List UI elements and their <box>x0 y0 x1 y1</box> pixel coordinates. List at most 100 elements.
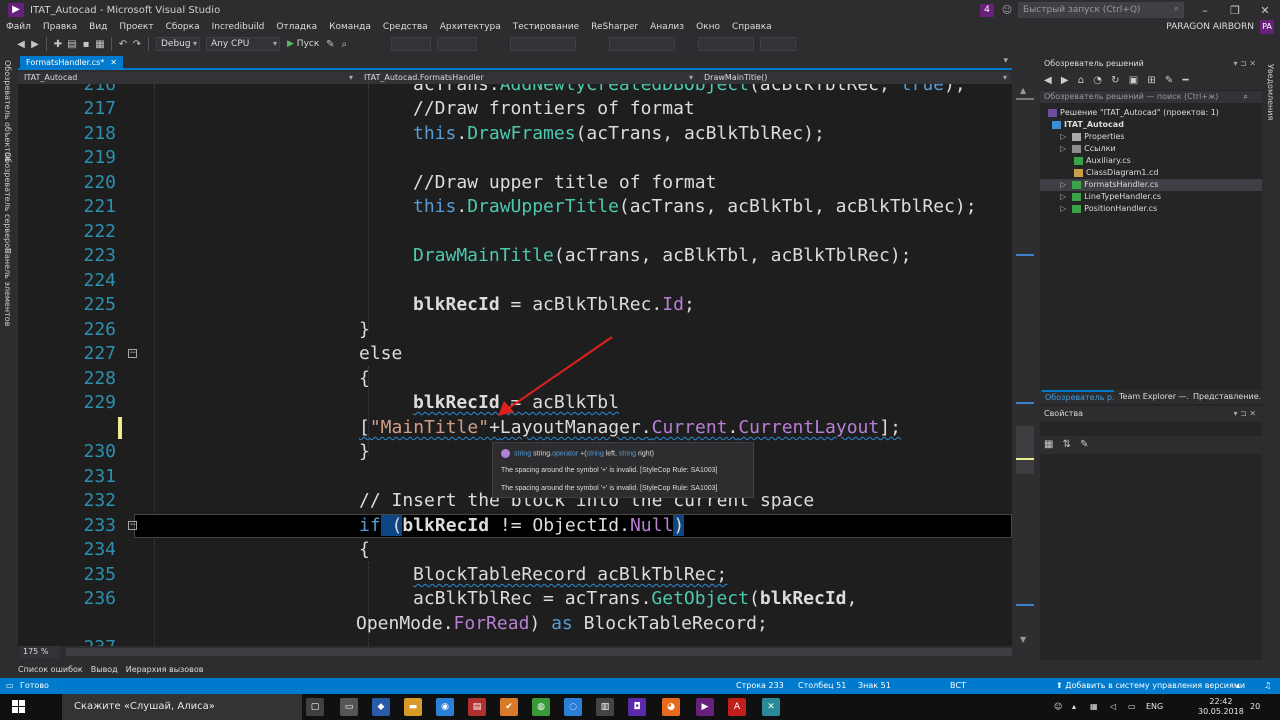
firefox-icon[interactable]: ◕ <box>662 698 680 716</box>
app-icon[interactable]: ▭ <box>340 698 358 716</box>
toolbar-dropdown[interactable] <box>760 37 797 51</box>
menu-help[interactable]: Справка <box>726 22 778 32</box>
menu-edit[interactable]: Правка <box>37 22 83 32</box>
zoom-dropdown[interactable]: 175 % <box>20 646 60 658</box>
app-icon[interactable]: ◉ <box>436 698 454 716</box>
scroll-up-icon[interactable]: ▲ <box>1020 86 1026 95</box>
file-explorer-icon[interactable]: ▬ <box>404 698 422 716</box>
app-icon[interactable]: ◆ <box>372 698 390 716</box>
horizontal-scrollbar[interactable] <box>66 648 1012 656</box>
close-tab-icon[interactable]: ✕ <box>110 58 117 67</box>
taskbar-clock[interactable]: 22:42 30.05.2018 <box>1198 697 1244 717</box>
undo-icon[interactable]: ↶ <box>116 39 130 50</box>
toolbar-dropdown[interactable] <box>391 37 432 51</box>
tree-item[interactable]: ▷ PositionHandler.cs <box>1060 203 1157 215</box>
windows-start-icon[interactable] <box>12 700 26 714</box>
tab-solution-explorer[interactable]: Обозреватель р... <box>1042 390 1114 404</box>
new-project-icon[interactable]: ✚ <box>51 39 65 50</box>
menu-debug[interactable]: Отладка <box>270 22 323 32</box>
app-icon[interactable]: ▥ <box>596 698 614 716</box>
tree-item[interactable]: ▷ LineTypeHandler.cs <box>1060 191 1161 203</box>
solution-search-input[interactable]: Обозреватель решений — поиск (Ctrl+ж) ⌕ <box>1040 91 1262 103</box>
solution-explorer-toolbar[interactable]: ◀ ▶ ⌂ ◔ ↻ ▣ ⊞ ✎ ━ <box>1040 72 1262 90</box>
menu-tools[interactable]: Средства <box>377 22 434 32</box>
member-dropdown[interactable]: DrawMainTitle() <box>698 72 1012 84</box>
maximize-button[interactable]: ❐ <box>1220 4 1250 17</box>
source-control-arrow-icon[interactable]: ▴ <box>1236 678 1240 694</box>
tray-language[interactable]: ENG <box>1146 694 1163 720</box>
minimize-button[interactable]: – <box>1190 4 1220 17</box>
avatar[interactable]: PA <box>1260 20 1274 34</box>
open-file-icon[interactable]: ▤ <box>65 39 79 50</box>
platform-dropdown[interactable]: Any CPU <box>206 37 280 51</box>
menu-analyze[interactable]: Анализ <box>644 22 690 32</box>
tree-item[interactable]: ▷ Properties <box>1060 131 1125 143</box>
tab-list-dropdown-icon[interactable]: ▾ <box>1003 56 1008 66</box>
panel-controls-icon[interactable]: ▾ ⊐ ✕ <box>1233 56 1256 72</box>
back-icon[interactable]: ◀ <box>14 39 28 50</box>
toolbox-tab[interactable]: Панель элементов <box>3 248 12 326</box>
expand-icon[interactable]: ▷ <box>1060 204 1066 213</box>
tray-battery-icon[interactable]: ▭ <box>1128 694 1136 720</box>
menu-view[interactable]: Вид <box>83 22 113 32</box>
tree-solution-node[interactable]: Решение "ITAT_Autocad" (проектов: 1) <box>1048 107 1219 119</box>
redo-icon[interactable]: ↷ <box>130 39 144 50</box>
panel-controls-icon[interactable]: ▾ ⊐ ✕ <box>1233 406 1256 422</box>
menu-window[interactable]: Окно <box>690 22 726 32</box>
collapse-region-icon[interactable]: − <box>128 349 137 358</box>
tree-item[interactable]: ▷ Ссылки <box>1060 143 1116 155</box>
tray-person-icon[interactable]: ☺ <box>1054 694 1062 720</box>
notification-flag-icon[interactable]: 4 <box>980 3 994 17</box>
menu-test[interactable]: Тестирование <box>507 22 585 32</box>
action-center-badge[interactable]: 20 <box>1250 694 1260 720</box>
close-button[interactable]: ✕ <box>1250 4 1280 17</box>
start-button[interactable]: ▶ Пуск <box>287 39 319 49</box>
visual-studio-taskbar-icon[interactable]: ▶ <box>696 698 714 716</box>
app-icon[interactable]: ✕ <box>762 698 780 716</box>
tree-item[interactable]: ▷ FormatsHandler.cs <box>1060 179 1158 191</box>
forward-icon[interactable]: ▶ <box>28 39 42 50</box>
app-icon[interactable]: ▤ <box>468 698 486 716</box>
app-icon[interactable]: ◌ <box>564 698 582 716</box>
toolbar-dropdown[interactable] <box>510 37 577 51</box>
server-explorer-tab[interactable]: Обозреватель серверов <box>3 152 12 253</box>
code-editor[interactable]: − − 216 217 218 219 220 221 222 223 224 … <box>18 84 1012 646</box>
tab-class-view[interactable]: Представление... <box>1190 390 1262 404</box>
tree-project-node[interactable]: ITAT_Autocad <box>1052 119 1124 131</box>
app-icon[interactable]: ◍ <box>532 698 550 716</box>
tab-output[interactable]: Вывод <box>91 665 118 674</box>
tree-item[interactable]: ClassDiagram1.cd <box>1074 167 1159 179</box>
collapse-region-icon[interactable]: − <box>128 521 137 530</box>
menu-resharper[interactable]: ReSharper <box>585 22 644 32</box>
source-control-button[interactable]: ⬆ Добавить в систему управления версиями <box>1056 678 1245 694</box>
project-dropdown[interactable]: ITAT_Autocad <box>18 72 358 84</box>
tray-volume-icon[interactable]: ◁ <box>1110 694 1116 720</box>
menu-file[interactable]: Файл <box>0 22 37 32</box>
expand-icon[interactable]: ▷ <box>1060 192 1066 201</box>
tray-expand-icon[interactable]: ▴ <box>1072 694 1076 720</box>
notifications-tab[interactable]: Уведомления <box>1266 64 1275 120</box>
app-icon[interactable]: ◘ <box>628 698 646 716</box>
task-view-icon[interactable]: ▢ <box>306 698 324 716</box>
tab-error-list[interactable]: Список ошибок <box>18 665 83 674</box>
app-icon[interactable]: ✔ <box>500 698 518 716</box>
feedback-icon[interactable]: ☺ <box>1000 5 1014 16</box>
object-browser-tab[interactable]: Обозреватель объектов <box>3 60 12 161</box>
user-name[interactable]: PARAGON AIRBORN <box>1166 22 1254 32</box>
save-icon[interactable]: ▪ <box>79 39 93 50</box>
tab-formats-handler[interactable]: FormatsHandler.cs* ✕ <box>20 56 123 70</box>
scroll-down-icon[interactable]: ▼ <box>1020 635 1026 644</box>
find-icon[interactable]: ⌕ <box>337 39 351 50</box>
autocad-icon[interactable]: A <box>728 698 746 716</box>
expand-icon[interactable]: ▷ <box>1060 180 1066 189</box>
notification-bell-icon[interactable]: ♫ <box>1264 678 1271 694</box>
menu-incredibuild[interactable]: Incredibuild <box>206 22 271 32</box>
toolbar-dropdown[interactable] <box>609 37 676 51</box>
tab-call-hierarchy[interactable]: Иерархия вызовов <box>126 665 204 674</box>
menu-build[interactable]: Сборка <box>160 22 206 32</box>
menu-team[interactable]: Команда <box>323 22 377 32</box>
tab-team-explorer[interactable]: Team Explorer —... <box>1116 390 1188 404</box>
menu-architecture[interactable]: Архитектура <box>434 22 507 32</box>
attach-icon[interactable]: ✎ <box>323 39 337 50</box>
class-dropdown[interactable]: ITAT_Autocad.FormatsHandler <box>358 72 698 84</box>
